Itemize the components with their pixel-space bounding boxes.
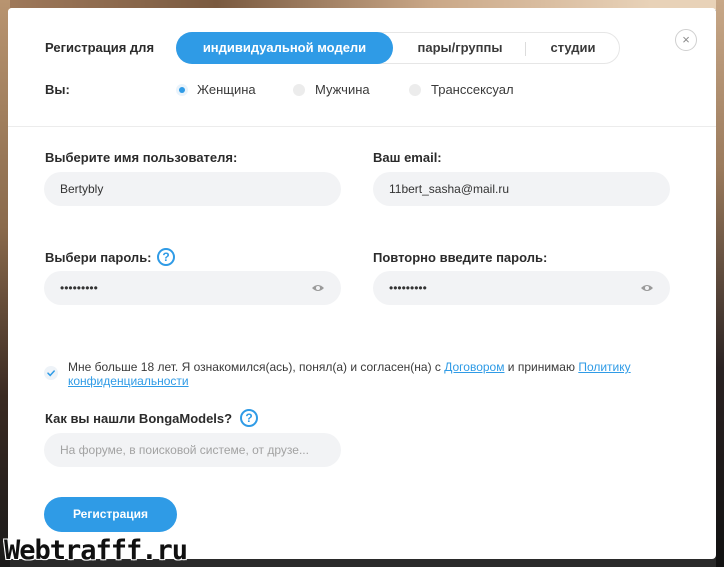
gender-label: Вы: (45, 82, 70, 97)
password-input[interactable]: ••••••••• (44, 271, 341, 305)
radio-transsexual-label[interactable]: Транссексуал (431, 82, 514, 97)
terms-text-before: Мне больше 18 лет. Я ознакомился(ась), п… (68, 360, 445, 374)
radio-female-label[interactable]: Женщина (197, 82, 256, 97)
checkmark-icon (47, 370, 55, 377)
tab-separator (525, 42, 526, 56)
source-label: Как вы нашли BongaModels? (45, 411, 233, 426)
email-input[interactable]: 11bert_sasha@mail.ru (373, 172, 670, 206)
show-password-repeat-eye-icon[interactable] (640, 283, 654, 293)
registration-type-tabs: индивидуальной модели пары/группы студии (176, 32, 620, 64)
password-repeat-input[interactable]: ••••••••• (373, 271, 670, 305)
username-input[interactable]: Bertybly (44, 172, 341, 206)
modal-header (8, 8, 716, 126)
password-label: Выбери пароль: (45, 250, 152, 265)
tab-couple-group[interactable]: пары/группы (397, 32, 523, 64)
radio-female[interactable] (176, 84, 188, 96)
agreement-link[interactable]: Договором (444, 360, 504, 374)
email-label: Ваш email: (373, 150, 442, 165)
password-repeat-label: Повторно введите пароль: (373, 250, 548, 265)
terms-text-middle: и принимаю (504, 360, 579, 374)
backdrop-right (716, 0, 724, 567)
header-divider (8, 126, 716, 127)
show-password-eye-icon[interactable] (311, 283, 325, 293)
radio-male[interactable] (293, 84, 305, 96)
radio-male-label[interactable]: Мужчина (315, 82, 370, 97)
watermark-text: Webtrafff.ru (4, 535, 188, 566)
username-label: Выберите имя пользователя: (45, 150, 238, 165)
source-help-icon[interactable]: ? (240, 409, 258, 427)
registration-modal: Регистрация для индивидуальной модели па… (8, 8, 716, 559)
close-button[interactable]: × (675, 29, 697, 51)
terms-text: Мне больше 18 лет. Я ознакомился(ась), п… (68, 360, 676, 388)
source-input[interactable]: На форуме, в поисковой системе, от друзе… (44, 433, 341, 467)
password-help-icon[interactable]: ? (157, 248, 175, 266)
registration-type-label: Регистрация для (45, 40, 155, 55)
terms-checkbox[interactable] (44, 366, 58, 380)
radio-transsexual[interactable] (409, 84, 421, 96)
register-button[interactable]: Регистрация (44, 497, 177, 532)
tab-studio[interactable]: студии (527, 32, 619, 64)
tab-individual-model[interactable]: индивидуальной модели (176, 32, 393, 64)
